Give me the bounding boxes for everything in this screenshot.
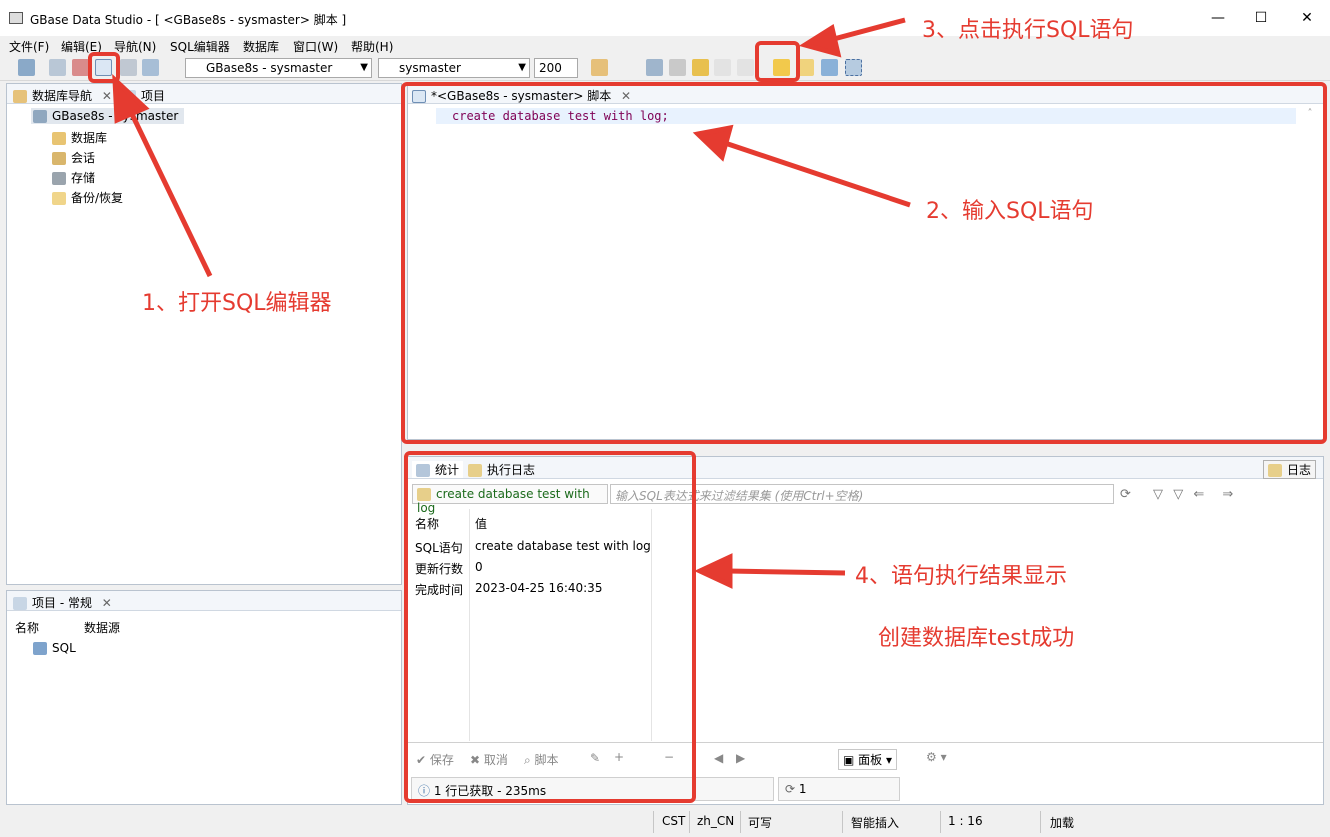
arrow-2-head bbox=[692, 124, 734, 162]
annotation-step-3: 3、点击执行SQL语句 bbox=[922, 18, 1134, 43]
annotation-step-2: 2、输入SQL语句 bbox=[926, 199, 1094, 224]
arrow-3-line bbox=[829, 17, 906, 43]
annotation-step-1: 1、打开SQL编辑器 bbox=[142, 291, 332, 316]
annotation-arrows bbox=[112, 17, 911, 589]
arrow-2-line bbox=[724, 140, 911, 208]
arrow-1-head bbox=[112, 73, 150, 124]
arrow-4-line bbox=[727, 568, 846, 576]
arrow-1-line bbox=[127, 108, 213, 278]
arrow-4-head bbox=[694, 553, 733, 589]
annotation-step-4: 4、语句执行结果显示 bbox=[855, 564, 1067, 589]
annotation-success: 创建数据库test成功 bbox=[878, 626, 1075, 651]
arrow-3-head bbox=[798, 24, 842, 58]
